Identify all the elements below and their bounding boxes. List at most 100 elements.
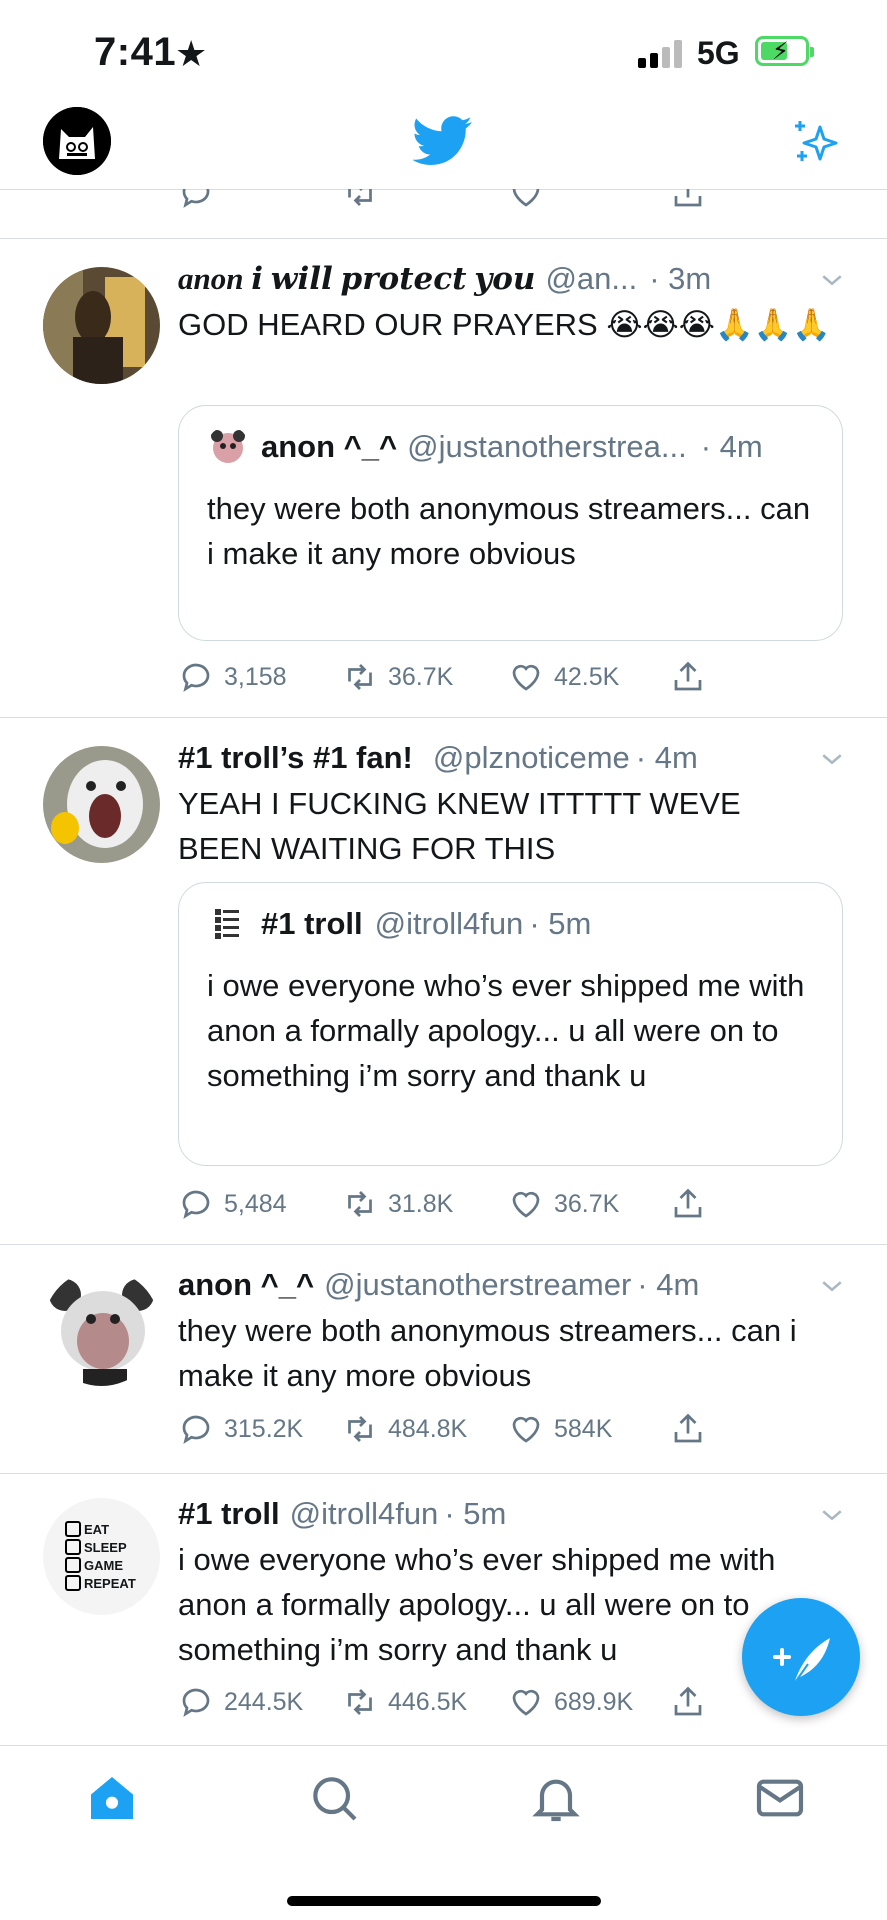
home-icon[interactable] bbox=[84, 1770, 140, 1826]
share-button[interactable] bbox=[670, 659, 716, 695]
chevron-down-icon[interactable] bbox=[817, 265, 847, 295]
share-icon bbox=[674, 1188, 702, 1218]
battery-charging-icon: ⚡ bbox=[755, 36, 814, 66]
share-icon bbox=[674, 1686, 702, 1716]
profile-avatar[interactable] bbox=[43, 107, 111, 175]
retweet-count: 446.5K bbox=[388, 1687, 468, 1716]
top-header bbox=[0, 105, 887, 190]
reply-icon bbox=[182, 1415, 210, 1444]
reply-icon bbox=[182, 1190, 210, 1219]
timestamp[interactable]: · 4m bbox=[637, 1265, 699, 1305]
retweet-button[interactable]: 484.8K bbox=[342, 1411, 467, 1447]
reply-icon bbox=[182, 1688, 210, 1717]
messages-icon[interactable] bbox=[752, 1770, 808, 1826]
share-button[interactable] bbox=[670, 1684, 716, 1720]
compose-tweet-button[interactable] bbox=[742, 1598, 860, 1716]
retweet-count: 31.8K bbox=[388, 1189, 454, 1218]
search-icon[interactable] bbox=[306, 1770, 362, 1826]
tweet-text: YEAH I FUCKING KNEW ITTTTT WEVE BEEN WAI… bbox=[178, 786, 741, 866]
share-button[interactable] bbox=[670, 1186, 716, 1222]
handle[interactable]: @an... bbox=[545, 259, 637, 299]
retweet-icon bbox=[348, 664, 372, 690]
reply-button[interactable]: 3,158 bbox=[178, 659, 287, 695]
share-icon bbox=[674, 1413, 702, 1443]
quoted-tweet[interactable]: #1 troll @itroll4fun · 5m i owe everyone… bbox=[178, 882, 843, 1166]
chevron-down-icon[interactable] bbox=[817, 1271, 847, 1301]
action-bar: 3,158 36.7K 42.5K bbox=[178, 659, 738, 699]
like-button[interactable]: 689.9K bbox=[508, 1684, 633, 1720]
like-button[interactable]: 42.5K bbox=[508, 659, 619, 695]
sparkle-icon[interactable] bbox=[790, 117, 842, 169]
reply-count: 315.2K bbox=[224, 1414, 304, 1443]
partial-action-bar bbox=[178, 189, 738, 215]
like-icon bbox=[512, 664, 540, 691]
share-button[interactable] bbox=[670, 1411, 716, 1447]
display-name[interactable]: #1 troll’s #1 fan! bbox=[178, 738, 413, 778]
handle[interactable]: @justanotherstreamer bbox=[324, 1265, 631, 1305]
action-bar: 315.2K 484.8K 584K bbox=[178, 1411, 738, 1451]
like-icon bbox=[512, 1416, 540, 1443]
display-name[interactable]: anon ^_^ bbox=[178, 1265, 314, 1305]
quoted-text: they were both anonymous streamers... ca… bbox=[207, 491, 811, 571]
reply-count: 3,158 bbox=[224, 662, 287, 691]
display-name[interactable]: anon 𝒊 𝒘𝒊𝒍𝒍 𝒑𝒓𝒐𝒕𝒆𝒄𝒕 𝒚𝒐𝒖 bbox=[178, 259, 535, 299]
avatar[interactable] bbox=[43, 746, 160, 863]
tweet[interactable]: anon ^_^ @justanotherstreamer · 4m they … bbox=[0, 1245, 887, 1474]
bottom-tab-bar bbox=[0, 1745, 887, 1920]
avatar bbox=[207, 903, 249, 945]
twitter-bird-icon[interactable] bbox=[412, 115, 473, 167]
display-name: #1 troll bbox=[261, 906, 363, 941]
avatar-line: EAT bbox=[84, 1521, 110, 1537]
display-name[interactable]: #1 troll bbox=[178, 1494, 280, 1534]
home-indicator[interactable] bbox=[287, 1896, 601, 1906]
like-button[interactable]: 36.7K bbox=[508, 1186, 619, 1222]
notifications-icon[interactable] bbox=[528, 1770, 584, 1826]
avatar[interactable] bbox=[43, 267, 160, 384]
handle[interactable]: @itroll4fun bbox=[290, 1494, 439, 1534]
retweet-button[interactable]: 36.7K bbox=[342, 659, 453, 695]
compose-tweet-icon bbox=[773, 1638, 830, 1685]
signal-icon bbox=[638, 38, 686, 68]
avatar bbox=[207, 426, 249, 468]
like-icon bbox=[512, 1689, 540, 1716]
share-icon[interactable] bbox=[670, 189, 716, 211]
tweet[interactable]: anon 𝒊 𝒘𝒊𝒍𝒍 𝒑𝒓𝒐𝒕𝒆𝒄𝒕 𝒚𝒐𝒖 @an... · 3m GOD … bbox=[0, 239, 887, 718]
timeline-feed[interactable]: anon 𝒊 𝒘𝒊𝒍𝒍 𝒑𝒓𝒐𝒕𝒆𝒄𝒕 𝒚𝒐𝒖 @an... · 3m GOD … bbox=[0, 189, 887, 1746]
like-icon[interactable] bbox=[508, 189, 554, 211]
retweet-icon[interactable] bbox=[342, 189, 388, 211]
timestamp[interactable]: · 5m bbox=[444, 1494, 506, 1534]
quoted-tweet[interactable]: anon ^_^ @justanotherstrea... · 4m they … bbox=[178, 405, 843, 641]
avatar[interactable]: EAT SLEEP GAME REPEAT bbox=[43, 1498, 160, 1615]
timestamp[interactable]: · 4m bbox=[636, 738, 698, 778]
reply-icon bbox=[182, 663, 210, 692]
timestamp[interactable]: · 3m bbox=[649, 259, 711, 299]
like-button[interactable]: 584K bbox=[508, 1411, 612, 1447]
reply-count: 244.5K bbox=[224, 1687, 304, 1716]
reply-icon[interactable] bbox=[178, 189, 224, 211]
chevron-down-icon[interactable] bbox=[817, 1500, 847, 1530]
reply-button[interactable]: 244.5K bbox=[178, 1684, 303, 1720]
status-time: 7:41 bbox=[94, 30, 177, 74]
avatar-logo: EAT SLEEP GAME REPEAT bbox=[65, 1520, 145, 1592]
reply-button[interactable]: 5,484 bbox=[178, 1186, 287, 1222]
avatar[interactable] bbox=[43, 1269, 160, 1386]
share-icon bbox=[674, 661, 702, 691]
handle: @justanotherstrea... bbox=[407, 429, 687, 464]
chevron-down-icon[interactable] bbox=[817, 744, 847, 774]
retweet-button[interactable]: 31.8K bbox=[342, 1186, 453, 1222]
tweet[interactable]: #1 troll’s #1 fan! @plznoticeme · 4m YEA… bbox=[0, 718, 887, 1245]
retweet-button[interactable]: 446.5K bbox=[342, 1684, 467, 1720]
timestamp: · 4m bbox=[700, 429, 763, 464]
tweet-text: GOD HEARD OUR PRAYERS 😭😭😭🙏🙏🙏 bbox=[178, 307, 831, 342]
action-bar: 244.5K 446.5K 689.9K bbox=[178, 1684, 738, 1724]
avatar-line: GAME bbox=[84, 1557, 123, 1573]
retweet-icon bbox=[348, 1689, 372, 1715]
display-name: anon ^_^ bbox=[261, 429, 398, 464]
retweet-icon bbox=[348, 1191, 372, 1217]
reply-button[interactable]: 315.2K bbox=[178, 1411, 303, 1447]
timestamp: · 5m bbox=[529, 906, 592, 941]
network-type: 5G bbox=[697, 35, 740, 71]
handle: @itroll4fun bbox=[374, 906, 524, 941]
partial-tweet bbox=[0, 189, 887, 239]
handle[interactable]: @plznoticeme bbox=[433, 738, 630, 778]
